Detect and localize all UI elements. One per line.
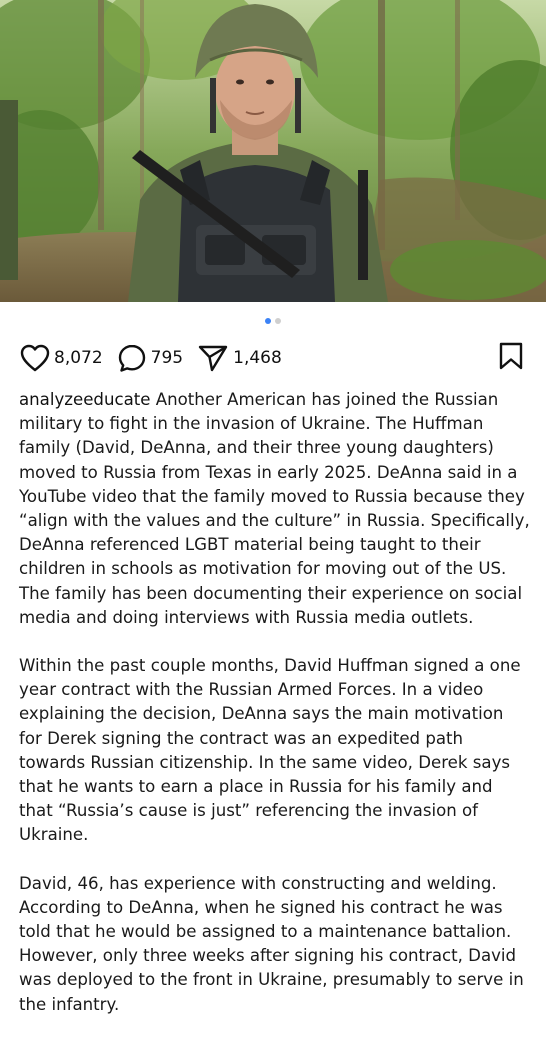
username-link[interactable]: analyzeeducate: [19, 390, 150, 409]
carousel-dot-active: [265, 318, 271, 324]
caption-paragraph-3: David, 46, has experience with construct…: [19, 873, 524, 1014]
like-count: 8,072: [54, 348, 103, 368]
paper-plane-icon: [197, 343, 229, 373]
share-count: 1,468: [233, 348, 282, 368]
caption-text-1: Another American has joined the Russian …: [19, 390, 530, 627]
comment-bubble-icon: [117, 343, 147, 373]
bookmark-icon: [498, 342, 524, 375]
carousel-dot: [275, 318, 281, 324]
heart-icon: [20, 344, 50, 372]
post-photo: [0, 0, 546, 302]
like-button[interactable]: 8,072: [20, 344, 103, 372]
share-button[interactable]: 1,468: [197, 343, 282, 373]
comment-count: 795: [150, 348, 184, 368]
post-caption: analyzeeducate Another American has join…: [19, 388, 531, 1041]
post-image[interactable]: [0, 0, 546, 302]
post-actions: 8,072 795 1,468: [20, 340, 524, 376]
carousel-indicator: [0, 318, 546, 324]
caption-paragraph-1: analyzeeducate Another American has join…: [19, 388, 531, 630]
comment-button[interactable]: 795: [117, 343, 183, 373]
save-button[interactable]: [498, 341, 524, 375]
caption-paragraph-2: Within the past couple months, David Huf…: [19, 656, 521, 845]
